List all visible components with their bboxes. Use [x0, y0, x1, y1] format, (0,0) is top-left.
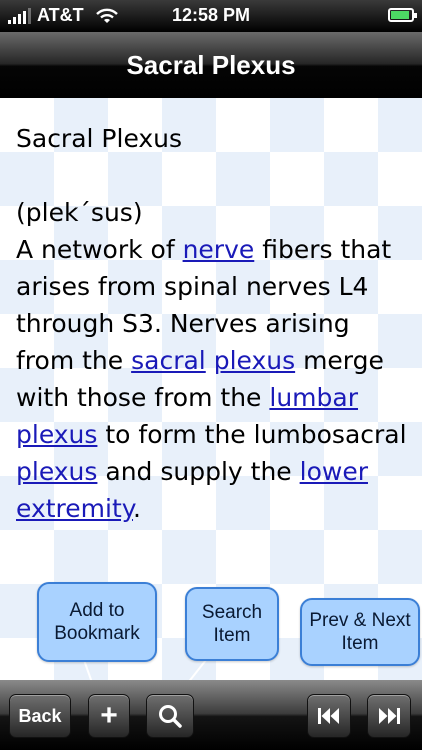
callout-add-bookmark: Add to Bookmark	[37, 582, 157, 662]
search-button[interactable]	[146, 694, 194, 738]
link-lumbar[interactable]: lumbar	[269, 383, 358, 412]
callout-search-item-text: Search Item	[201, 602, 263, 646]
previous-item-button[interactable]	[307, 694, 351, 738]
link-plexus[interactable]: plexus	[16, 457, 97, 486]
link-nerve[interactable]: nerve	[183, 235, 255, 264]
page-title: Sacral Plexus	[126, 49, 296, 80]
definition-body: A network of nerve fibers that arises fr…	[16, 231, 411, 527]
callout-search-item: Search Item	[185, 587, 279, 661]
search-icon	[159, 705, 182, 728]
navigation-bar: Sacral Plexus	[0, 32, 422, 98]
callout-prev-next: Prev & Next Item	[300, 598, 420, 666]
definition-text: .	[132, 494, 141, 523]
definition-text: and supply the	[97, 457, 300, 486]
next-icon	[379, 708, 400, 724]
status-bar: AT&T 12:58 PM	[0, 0, 422, 32]
link-plexus[interactable]: plexus	[16, 420, 97, 449]
add-bookmark-button[interactable]: +	[88, 694, 130, 738]
definition-text: A network of	[16, 235, 183, 264]
callout-add-bookmark-text: Add to Bookmark	[54, 600, 140, 644]
back-button-label: Back	[18, 705, 62, 726]
definition-text: to form the lumbosacral	[97, 420, 407, 449]
pronunciation: (plek´sus)	[16, 198, 143, 227]
clock: 12:58 PM	[171, 5, 251, 25]
link-sacral[interactable]: sacral	[131, 346, 206, 375]
definition-text	[206, 346, 214, 375]
back-button[interactable]: Back	[9, 694, 71, 738]
link-plexus[interactable]: plexus	[214, 346, 295, 375]
plus-icon: +	[100, 699, 118, 732]
term-heading: Sacral Plexus	[16, 124, 183, 153]
battery-icon	[388, 8, 417, 22]
next-item-button[interactable]	[367, 694, 411, 738]
definition-text-block: Sacral Plexus (plek´sus) A network of ne…	[16, 120, 411, 527]
callout-prev-next-text: Prev & Next Item	[309, 610, 411, 654]
previous-icon	[318, 708, 339, 724]
bottom-toolbar: Back +	[0, 680, 422, 750]
